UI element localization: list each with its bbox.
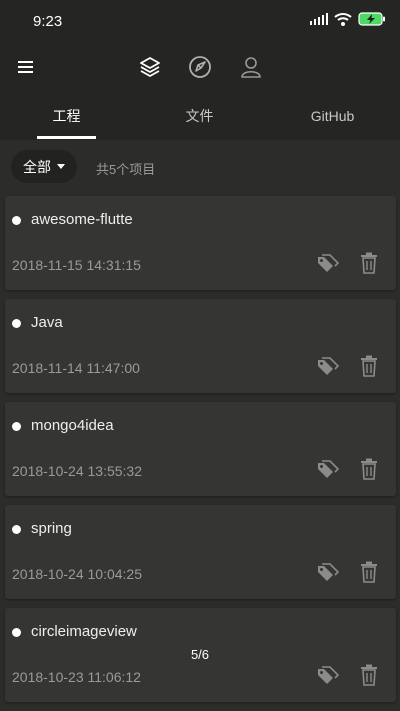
status-dot-icon [12, 628, 21, 637]
tab-indicator [37, 136, 96, 139]
navigation-icon[interactable] [187, 54, 213, 80]
status-dot-icon [12, 319, 21, 328]
status-bar: 9:23 [0, 0, 400, 42]
filter-label: 全部 [23, 158, 51, 175]
project-name: Java [31, 314, 63, 331]
project-card[interactable]: mongo4idea 2018-10-24 13:55:32 [5, 402, 396, 496]
status-dot-icon [12, 422, 21, 431]
trash-icon[interactable] [358, 457, 380, 481]
project-card[interactable]: spring 2018-10-24 10:04:25 [5, 505, 396, 599]
project-date: 2018-11-15 14:31:15 [12, 257, 141, 273]
filter-row: 全部 共5个项目 [0, 140, 400, 192]
status-icons [310, 12, 386, 26]
tag-icon[interactable] [315, 663, 339, 687]
page-indicator: 5/6 [190, 647, 210, 662]
project-card[interactable]: awesome-flutte 2018-11-15 14:31:15 [5, 196, 396, 290]
project-name: mongo4idea [31, 417, 114, 434]
tag-icon[interactable] [315, 251, 339, 275]
project-name: spring [31, 520, 72, 537]
project-count: 共5个项目 [96, 162, 156, 177]
project-card[interactable]: Java 2018-11-14 11:47:00 [5, 299, 396, 393]
project-date: 2018-10-24 13:55:32 [12, 463, 142, 479]
battery-icon [358, 12, 385, 26]
tag-icon[interactable] [315, 354, 339, 378]
project-date: 2018-10-24 10:04:25 [12, 566, 142, 582]
status-dot-icon [12, 525, 21, 534]
caret-down-icon [57, 164, 65, 169]
tab-github[interactable]: GitHub [266, 92, 399, 140]
project-name: awesome-flutte [31, 211, 133, 228]
signal-icon [310, 13, 328, 25]
status-time: 9:23 [33, 13, 63, 30]
trash-icon[interactable] [358, 251, 380, 275]
project-name: circleimageview [31, 623, 137, 640]
project-date: 2018-11-14 11:47:00 [12, 360, 140, 376]
status-dot-icon [12, 216, 21, 225]
tab-files[interactable]: 文件 [133, 92, 266, 140]
trash-icon[interactable] [358, 663, 380, 687]
trash-icon[interactable] [358, 354, 380, 378]
trash-icon[interactable] [358, 560, 380, 584]
tab-bar: 工程 文件 GitHub [0, 92, 400, 140]
wifi-icon [334, 13, 352, 26]
filter-dropdown[interactable]: 全部 [11, 150, 77, 183]
menu-icon[interactable] [16, 58, 36, 76]
layers-icon[interactable] [137, 54, 163, 80]
tag-icon[interactable] [315, 560, 339, 584]
app-bar [0, 42, 400, 92]
tab-projects[interactable]: 工程 [0, 92, 133, 140]
tag-icon[interactable] [315, 457, 339, 481]
project-date: 2018-10-23 11:06:12 [12, 669, 141, 685]
person-icon[interactable] [238, 54, 264, 80]
